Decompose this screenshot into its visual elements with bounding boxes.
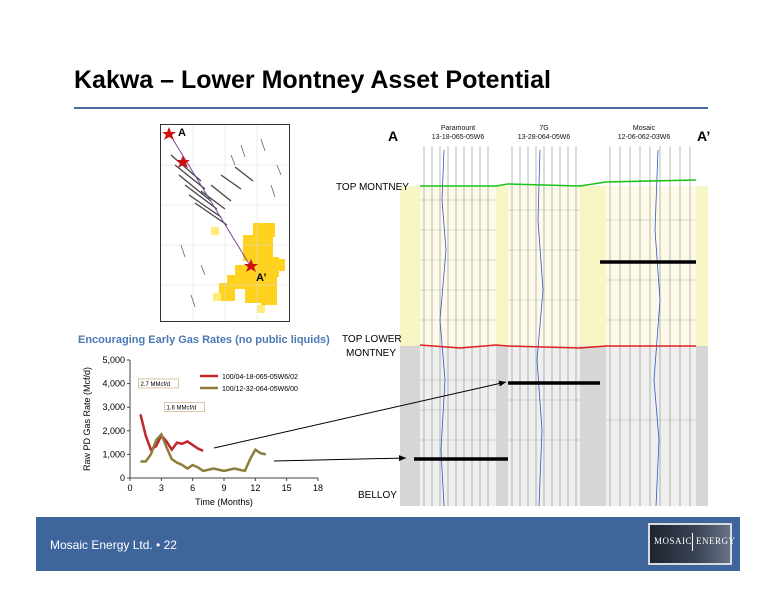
x-tick-label: 0 xyxy=(127,483,132,493)
y-tick-label: 5,000 xyxy=(102,355,125,365)
legend-label: 100/12-32-064-05W6/00 xyxy=(222,386,298,393)
x-tick-label: 3 xyxy=(159,483,164,493)
footer-text: Mosaic Energy Ltd. • 22 xyxy=(50,538,177,552)
x-tick-label: 9 xyxy=(221,483,226,493)
y-tick-label: 4,000 xyxy=(102,379,125,389)
company-logo: MOSAIC ENERGY xyxy=(648,523,735,565)
logo-divider xyxy=(692,533,693,551)
y-tick-label: 3,000 xyxy=(102,402,125,412)
legend-label: 100/04-18-065-05W6/02 xyxy=(222,374,298,381)
footer-bar: Mosaic Energy Ltd. • 22 MOSAIC ENERGY xyxy=(36,517,740,571)
x-tick-label: 18 xyxy=(313,483,323,493)
logo-left-text: MOSAIC xyxy=(654,536,693,546)
y-tick-label: 1,000 xyxy=(102,449,125,459)
annotation-label: 1.6 MMcf/d xyxy=(167,406,197,412)
y-axis-label: Raw PD Gas Rate (Mcf/d) xyxy=(82,367,92,471)
x-tick-label: 6 xyxy=(190,483,195,493)
y-tick-label: 0 xyxy=(120,473,125,483)
annotation-label: 2.7 MMcf/d xyxy=(140,382,170,388)
x-tick-label: 15 xyxy=(282,483,292,493)
x-axis-label: Time (Months) xyxy=(195,497,253,507)
series-line xyxy=(139,413,204,452)
logo-right-text: ENERGY xyxy=(696,536,736,546)
y-tick-label: 2,000 xyxy=(102,426,125,436)
x-tick-label: 12 xyxy=(250,483,260,493)
gas-rate-chart: 0 1,000 2,000 3,000 4,000 5,000 0 3 6 9 12 15 18 Time… xyxy=(82,355,323,507)
chart-title: Encouraging Early Gas Rates (no public l… xyxy=(78,334,330,346)
